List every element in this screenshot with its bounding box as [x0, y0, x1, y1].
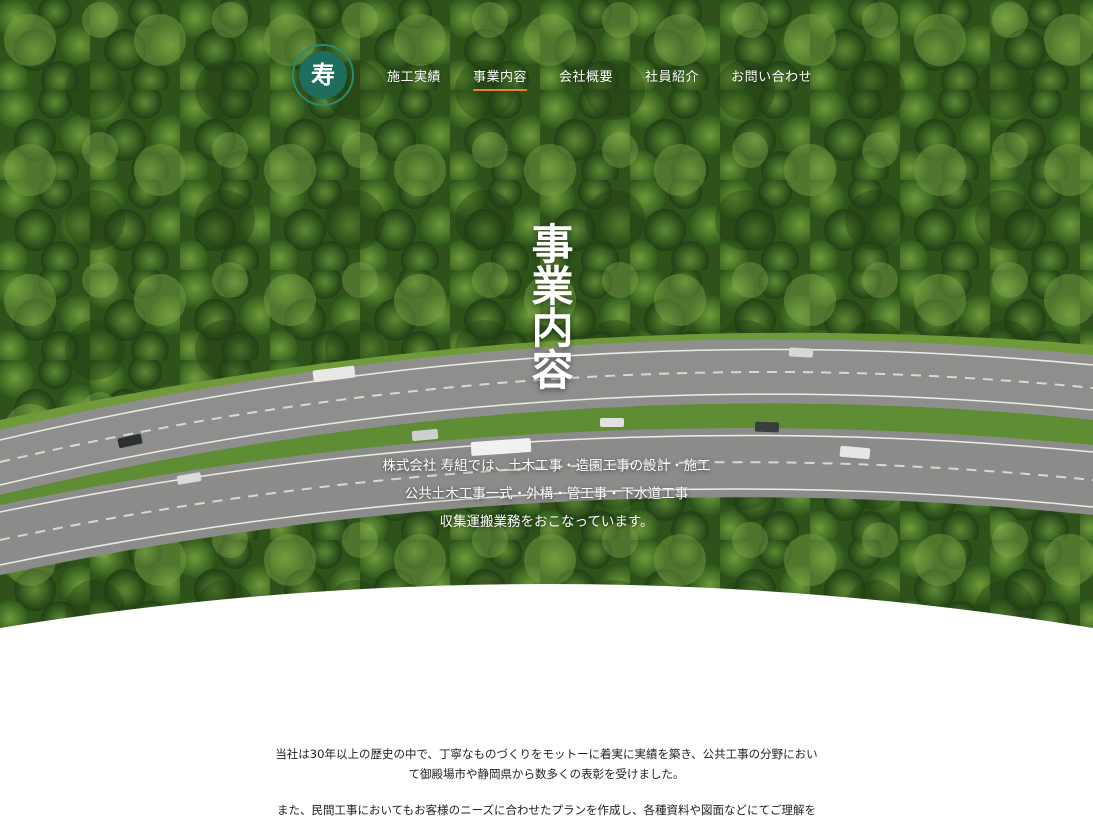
nav-item-business[interactable]: 事業内容: [473, 66, 528, 91]
hero-lead-text: 株式会社 寿組では、土木工事・造園工事の設計・施工 公共土木工事一式・外構・管工…: [300, 452, 793, 536]
logo-mark: 寿: [299, 51, 347, 99]
page-title: 事業内容: [525, 222, 574, 390]
nav-item-works[interactable]: 施工実績: [387, 66, 441, 91]
company-logo[interactable]: 寿: [292, 44, 354, 106]
top-navigation: 寿 施工実績 事業内容 会社概要 社員紹介 お問い合わせ: [0, 0, 1093, 120]
intro-section: 当社は30年以上の歴史の中で、丁寧なものづくりをモットーに着実に実績を築き、公共…: [270, 744, 823, 836]
nav-item-contact[interactable]: お問い合わせ: [731, 66, 812, 91]
hero-lead-line: 収集運搬業務をおこなっています。: [439, 514, 654, 530]
intro-paragraph: 当社は30年以上の歴史の中で、丁寧なものづくりをモットーに着実に実績を築き、公共…: [275, 747, 818, 781]
nav-item-staff[interactable]: 社員紹介: [645, 66, 699, 91]
nav-menu: 施工実績 事業内容 会社概要 社員紹介 お問い合わせ: [387, 66, 844, 91]
hero-section: 寿 施工実績 事業内容 会社概要 社員紹介 お問い合わせ 事業内容 株式会社 寿…: [0, 0, 1093, 640]
hero-lead-line: 株式会社 寿組では、土木工事・造園工事の設計・施工: [382, 458, 711, 474]
nav-item-company[interactable]: 会社概要: [559, 66, 613, 91]
hero-lead-line: 公共土木工事一式・外構・管工事・下水道工事: [404, 486, 689, 502]
intro-paragraph: また、民間工事においてもお客様のニーズに合わせたプランを作成し、各種資料や図面な…: [277, 803, 816, 817]
logo-character: 寿: [311, 60, 335, 89]
